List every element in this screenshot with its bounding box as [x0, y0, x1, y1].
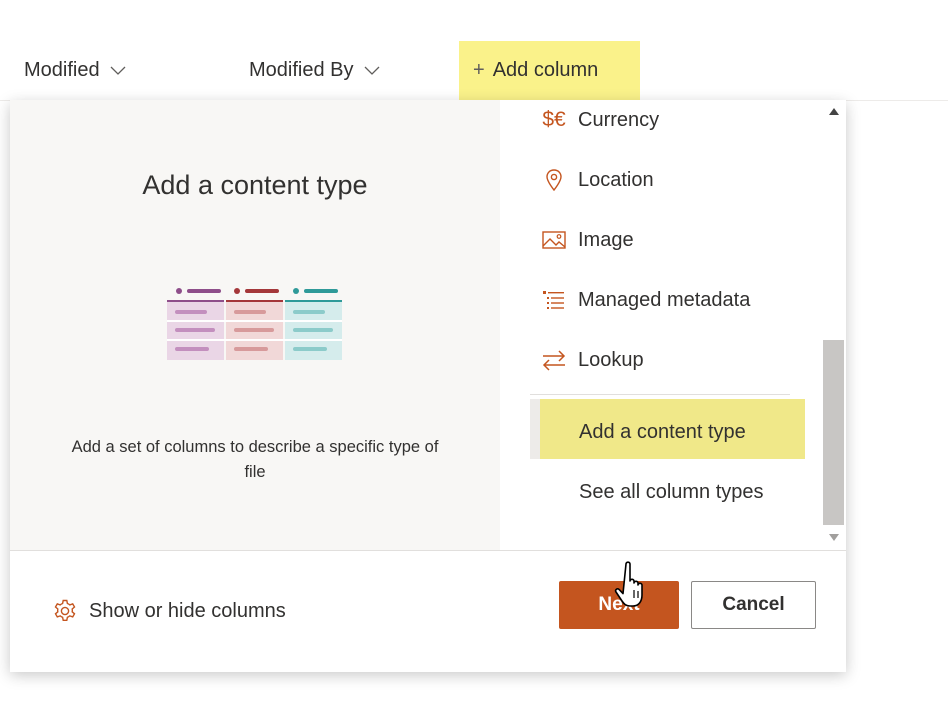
- selected-indicator: [530, 399, 540, 459]
- preview-title: Add a content type: [142, 170, 368, 200]
- lookup-arrows-icon: [542, 350, 566, 371]
- add-column-panel: Add a content type Add a set of columns …: [10, 100, 846, 672]
- chevron-down-icon: [364, 66, 379, 75]
- scrollbar-thumb[interactable]: [823, 340, 844, 525]
- menu-item-label: Location: [578, 168, 654, 191]
- add-column-button[interactable]: + Add column: [459, 41, 640, 100]
- menu-item-add-content-type-text[interactable]: Add a content type: [579, 412, 746, 452]
- scroll-down-icon[interactable]: [829, 534, 839, 541]
- menu-item-label: Managed metadata: [578, 288, 751, 311]
- gear-icon: [54, 599, 76, 621]
- content-type-table-illustration: [167, 288, 342, 360]
- preview-description: Add a set of columns to describe a speci…: [71, 438, 439, 481]
- currency-icon: $€: [542, 108, 566, 131]
- hand-cursor-icon: [614, 561, 643, 607]
- image-icon: [542, 231, 566, 249]
- preview-pane: Add a content type Add a set of columns …: [10, 100, 500, 550]
- add-column-label: Add column: [492, 59, 599, 81]
- menu-item-label: Currency: [578, 108, 660, 131]
- menu-item-label: Lookup: [578, 348, 644, 371]
- menu-item-location[interactable]: Location: [540, 160, 654, 200]
- menu-divider: [530, 394, 790, 395]
- menu-item-lookup[interactable]: Lookup: [540, 340, 644, 380]
- menu-item-label: See all column types: [579, 480, 764, 503]
- column-header-modified-by[interactable]: Modified By: [249, 55, 380, 85]
- scroll-up-icon[interactable]: [829, 108, 839, 115]
- show-hide-columns-label: Show or hide columns: [89, 599, 286, 622]
- column-type-menu: $€ Currency Location Image Managed metad…: [500, 100, 846, 550]
- menu-item-managed-metadata[interactable]: Managed metadata: [540, 280, 750, 320]
- menu-scrollbar[interactable]: [822, 100, 846, 550]
- column-header-modified[interactable]: Modified: [24, 55, 126, 85]
- plus-icon: +: [473, 59, 485, 81]
- list-header: Modified Modified By + Add column: [0, 0, 948, 101]
- managed-metadata-icon: [543, 291, 564, 309]
- menu-item-image[interactable]: Image: [540, 220, 634, 260]
- show-hide-columns-link[interactable]: Show or hide columns: [52, 598, 286, 624]
- menu-item-currency[interactable]: $€ Currency: [540, 100, 659, 140]
- chevron-down-icon: [110, 66, 126, 75]
- cancel-button[interactable]: Cancel: [691, 581, 816, 629]
- menu-item-see-all-column-types[interactable]: See all column types: [579, 472, 764, 512]
- location-pin-icon: [546, 169, 562, 192]
- menu-item-label: Add a content type: [579, 420, 746, 443]
- column-header-label: Modified By: [249, 58, 354, 81]
- panel-footer: Show or hide columns Next Cancel: [10, 550, 846, 672]
- menu-item-label: Image: [578, 228, 634, 251]
- column-header-label: Modified: [24, 58, 100, 81]
